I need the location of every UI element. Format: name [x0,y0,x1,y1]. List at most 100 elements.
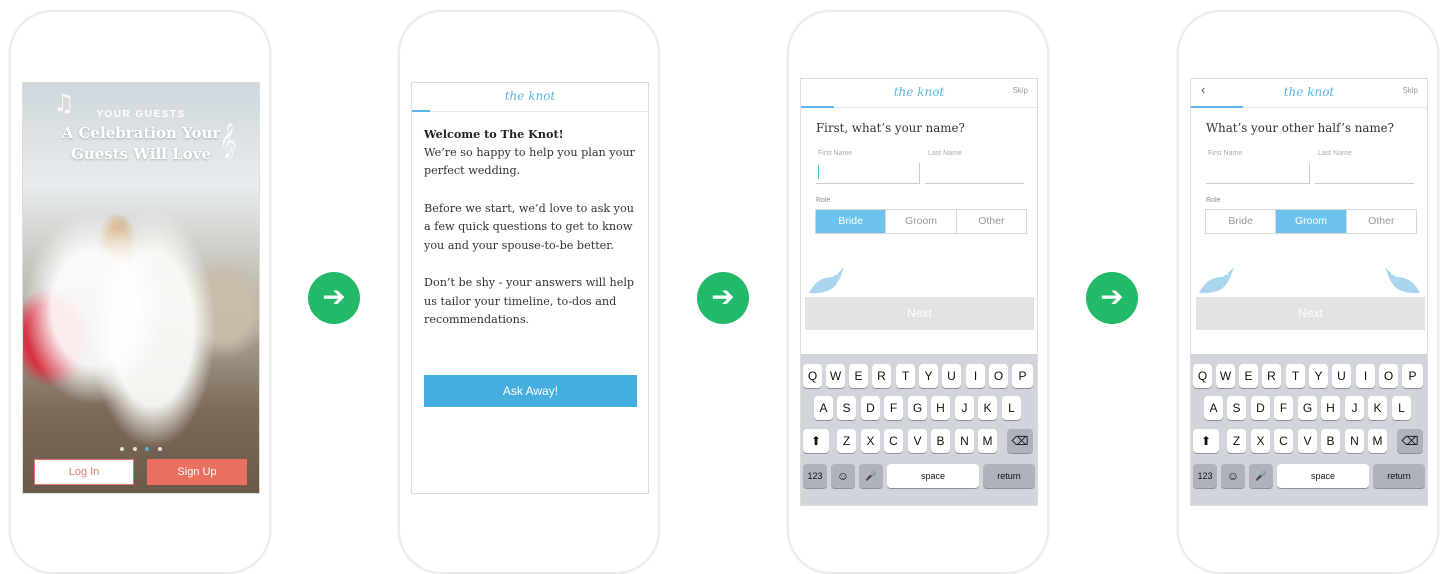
key-u[interactable]: U [942,364,961,388]
the-knot-logo: the knot [1283,85,1335,99]
key-g[interactable]: G [908,396,927,420]
role-option-other[interactable]: Other [955,210,1026,233]
key-i[interactable]: I [1356,364,1375,388]
key-h[interactable]: H [931,396,950,420]
key-s[interactable]: S [837,396,856,420]
key-f[interactable]: F [1274,396,1293,420]
bird-icon [809,267,844,294]
key-d[interactable]: D [861,396,880,420]
space-key[interactable]: space [1277,464,1369,488]
key-m[interactable]: M [1368,429,1387,453]
role-segmented-control: Bride Groom Other [1205,209,1417,234]
key-h[interactable]: H [1321,396,1340,420]
key-q[interactable]: Q [1193,364,1212,388]
mic-key[interactable]: 🎤 [859,464,883,488]
carousel-dot[interactable] [157,447,162,451]
key-i[interactable]: I [966,364,985,388]
last-name-field[interactable] [925,163,1024,184]
ask-away-button[interactable]: Ask Away! [424,375,637,407]
key-p[interactable]: P [1402,364,1423,388]
sign-up-button[interactable]: Sign Up [147,459,247,485]
skip-link[interactable]: Skip [1402,86,1418,95]
role-option-groom[interactable]: Groom [1275,210,1346,233]
key-w[interactable]: W [826,364,845,388]
role-option-groom[interactable]: Groom [885,210,955,233]
carousel-dot[interactable] [120,447,125,451]
key-k[interactable]: K [978,396,997,420]
key-c[interactable]: C [1274,429,1293,453]
key-r[interactable]: R [872,364,891,388]
role-label: Role [816,197,831,204]
log-in-button[interactable]: Log In [34,459,134,485]
shift-key[interactable]: ⬆ [803,429,829,453]
key-l[interactable]: L [1002,396,1021,420]
key-k[interactable]: K [1368,396,1387,420]
key-d[interactable]: D [1251,396,1270,420]
emoji-key[interactable]: ☺ [831,464,855,488]
key-r[interactable]: R [1262,364,1281,388]
key-o[interactable]: O [1379,364,1398,388]
mic-key[interactable]: 🎤 [1249,464,1273,488]
key-g[interactable]: G [1298,396,1317,420]
key-x[interactable]: X [1251,429,1270,453]
key-o[interactable]: O [989,364,1008,388]
key-m[interactable]: M [978,429,997,453]
key-n[interactable]: N [955,429,974,453]
welcome-intro-screen: the knot Welcome to The Knot! We’re so h… [411,82,649,494]
phone-frame-2: the knot Welcome to The Knot! We’re so h… [398,10,660,574]
welcome-paragraph-2: Before we start, we’d love to ask you a … [424,201,634,252]
progress-bar [801,106,834,108]
key-v[interactable]: V [1298,429,1317,453]
key-z[interactable]: Z [837,429,856,453]
key-w[interactable]: W [1216,364,1235,388]
key-u[interactable]: U [1332,364,1351,388]
next-button[interactable]: Next [1196,297,1425,330]
key-v[interactable]: V [908,429,927,453]
key-p[interactable]: P [1012,364,1033,388]
skip-link[interactable]: Skip [1012,86,1028,95]
key-s[interactable]: S [1227,396,1246,420]
key-b[interactable]: B [1321,429,1340,453]
key-j[interactable]: J [1345,396,1364,420]
space-key[interactable]: space [887,464,979,488]
key-f[interactable]: F [884,396,903,420]
carousel-dot-active[interactable] [145,447,150,451]
return-key[interactable]: return [983,464,1035,488]
first-name-label: First Name [818,150,853,157]
emoji-key[interactable]: ☺ [1221,464,1245,488]
key-y[interactable]: Y [1309,364,1328,388]
key-y[interactable]: Y [919,364,938,388]
role-option-bride[interactable]: Bride [1206,210,1275,233]
numbers-key[interactable]: 123 [803,464,827,488]
key-e[interactable]: E [849,364,868,388]
key-t[interactable]: T [1286,364,1305,388]
key-b[interactable]: B [931,429,950,453]
key-x[interactable]: X [861,429,880,453]
last-name-field[interactable] [1315,163,1414,184]
return-key[interactable]: return [1373,464,1425,488]
delete-key[interactable]: ⌫ [1007,429,1033,453]
key-j[interactable]: J [955,396,974,420]
shift-key[interactable]: ⬆ [1193,429,1219,453]
key-l[interactable]: L [1392,396,1411,420]
app-header: the knot Skip [801,79,1037,108]
numbers-key[interactable]: 123 [1193,464,1217,488]
delete-key[interactable]: ⌫ [1397,429,1423,453]
key-n[interactable]: N [1345,429,1364,453]
key-c[interactable]: C [884,429,903,453]
carousel-dot[interactable] [132,447,137,451]
key-a[interactable]: A [1204,396,1223,420]
first-name-field[interactable] [1206,163,1310,184]
keyboard-row-3: ⬆ Z X C V B N M ⌫ [1191,429,1427,453]
key-z[interactable]: Z [1227,429,1246,453]
key-a[interactable]: A [814,396,833,420]
role-option-bride[interactable]: Bride [816,210,886,233]
next-button[interactable]: Next [805,297,1034,330]
key-e[interactable]: E [1239,364,1258,388]
app-header: the knot [412,83,648,112]
first-name-field[interactable] [816,163,920,184]
last-name-label: Last Name [1318,150,1352,157]
key-q[interactable]: Q [803,364,822,388]
key-t[interactable]: T [896,364,915,388]
role-option-other[interactable]: Other [1345,210,1416,233]
